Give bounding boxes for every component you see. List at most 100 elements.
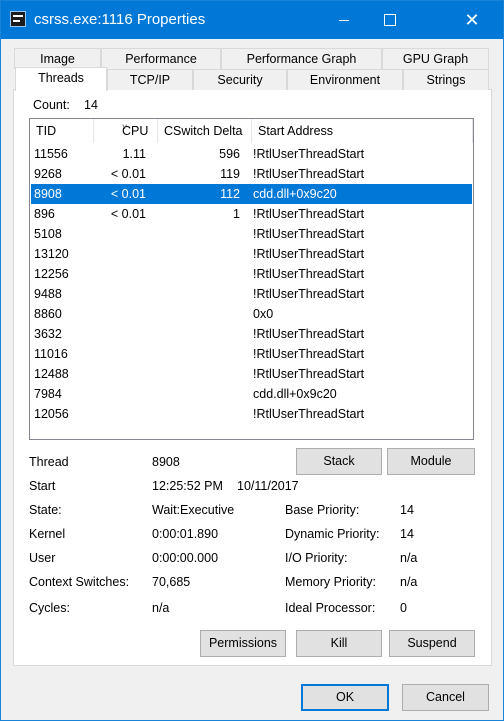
memory-priority-value: n/a (400, 575, 418, 589)
kill-button[interactable]: Kill (296, 630, 382, 657)
kernel-value: 0:00:01.890 (152, 527, 219, 541)
table-row[interactable]: 11556 1.11 596 !RtlUserThreadStart (31, 144, 472, 164)
table-row[interactable]: 12056 !RtlUserThreadStart (31, 404, 472, 424)
minimize-button[interactable] (321, 1, 367, 39)
cell-start-address: !RtlUserThreadStart (253, 287, 365, 301)
cell-start-address: !RtlUserThreadStart (253, 207, 365, 221)
cell-tid: 3632 (34, 327, 62, 341)
state-label: State: (29, 503, 62, 517)
permissions-button[interactable]: Permissions (200, 630, 286, 657)
io-priority-label: I/O Priority: (285, 551, 348, 565)
cancel-button[interactable]: Cancel (402, 684, 489, 711)
io-priority-value: n/a (400, 551, 418, 565)
tab-gpu-graph[interactable]: GPU Graph (382, 48, 489, 69)
tab-performance[interactable]: Performance (101, 48, 221, 69)
dynamic-priority-label: Dynamic Priority: (285, 527, 380, 541)
count-value: 14 (84, 98, 98, 112)
cell-tid: 13120 (34, 247, 69, 261)
thread-value: 8908 (152, 455, 180, 469)
context-switches-label: Context Switches: (29, 575, 130, 589)
table-row[interactable]: 7984 cdd.dll+0x9c20 (31, 384, 472, 404)
app-icon (10, 11, 26, 27)
thread-label: Thread (29, 455, 69, 469)
column-header-cswitch-delta[interactable]: CSwitch Delta (158, 119, 252, 143)
start-date: 10/11/2017 (237, 479, 299, 493)
cell-start-address: cdd.dll+0x9c20 (253, 387, 337, 401)
ideal-processor-value: 0 (400, 601, 407, 615)
cell-cpu: < 0.01 (110, 167, 146, 181)
table-row[interactable]: 9488 !RtlUserThreadStart (31, 284, 472, 304)
base-priority-value: 14 (400, 503, 414, 517)
cell-start-address: !RtlUserThreadStart (253, 247, 365, 261)
list-header: TID CPU ˅ CSwitch Delta Start Address (30, 119, 473, 143)
context-switches-value: 70,685 (152, 575, 191, 589)
cell-tid: 12256 (34, 267, 69, 281)
cell-cpu: < 0.01 (110, 207, 146, 221)
table-row[interactable]: 11016 !RtlUserThreadStart (31, 344, 472, 364)
start-time: 12:25:52 PM (152, 479, 223, 493)
cell-start-address: cdd.dll+0x9c20 (253, 187, 337, 201)
table-row[interactable]: 896 < 0.01 1 !RtlUserThreadStart (31, 204, 472, 224)
table-row[interactable]: 5108 !RtlUserThreadStart (31, 224, 472, 244)
table-row[interactable]: 3632 !RtlUserThreadStart (31, 324, 472, 344)
tab-environment[interactable]: Environment (287, 69, 403, 90)
table-row[interactable]: 12256 !RtlUserThreadStart (31, 264, 472, 284)
cell-cswitch-delta: 596 (219, 147, 240, 161)
table-row[interactable]: 13120 !RtlUserThreadStart (31, 244, 472, 264)
title-bar[interactable]: csrss.exe:1116 Properties ✕ (1, 1, 503, 39)
user-value: 0:00:00.000 (152, 551, 219, 565)
cell-tid: 12488 (34, 367, 69, 381)
cell-cswitch-delta: 119 (220, 167, 240, 181)
minimize-icon (339, 19, 349, 21)
cell-cpu: 1.11 (122, 147, 146, 161)
maximize-button[interactable] (367, 1, 413, 39)
cell-start-address: !RtlUserThreadStart (253, 407, 365, 421)
close-button[interactable]: ✕ (441, 1, 503, 39)
cell-start-address: !RtlUserThreadStart (253, 147, 365, 161)
cell-cswitch-delta: 1 (233, 207, 240, 221)
user-label: User (29, 551, 56, 565)
maximize-icon (384, 14, 396, 26)
cell-start-address: !RtlUserThreadStart (253, 347, 365, 361)
cell-tid: 9488 (34, 287, 62, 301)
cell-tid: 11016 (34, 347, 68, 361)
memory-priority-label: Memory Priority: (285, 575, 376, 589)
base-priority-label: Base Priority: (285, 503, 360, 517)
window-title: csrss.exe:1116 Properties (34, 11, 206, 28)
tab-tcpip[interactable]: TCP/IP (107, 69, 193, 90)
state-value: Wait:Executive (152, 503, 235, 517)
sort-descending-icon: ˅ (122, 122, 128, 132)
column-header-tid[interactable]: TID (30, 119, 94, 143)
cell-start-address: !RtlUserThreadStart (253, 367, 365, 381)
table-row[interactable]: 8908 < 0.01 112 cdd.dll+0x9c20 (31, 184, 472, 204)
table-row[interactable]: 9268 < 0.01 119 !RtlUserThreadStart (31, 164, 472, 184)
stack-button[interactable]: Stack (296, 448, 382, 475)
module-button[interactable]: Module (387, 448, 475, 475)
cell-start-address: !RtlUserThreadStart (253, 227, 365, 241)
tab-image[interactable]: Image (14, 48, 101, 69)
cell-start-address: !RtlUserThreadStart (253, 327, 365, 341)
close-icon: ✕ (464, 10, 480, 30)
count-label: Count: (33, 98, 70, 112)
cycles-value: n/a (152, 601, 170, 615)
cell-cswitch-delta: 112 (220, 187, 240, 201)
start-label: Start (29, 479, 56, 493)
threads-list[interactable]: TID CPU ˅ CSwitch Delta Start Address 11… (29, 118, 474, 440)
table-row[interactable]: 8860 0x0 (31, 304, 472, 324)
tab-security[interactable]: Security (193, 69, 287, 90)
cell-tid: 9268 (34, 167, 62, 181)
ok-button[interactable]: OK (301, 684, 389, 711)
suspend-button[interactable]: Suspend (389, 630, 475, 657)
cell-start-address: !RtlUserThreadStart (253, 267, 365, 281)
table-row[interactable]: 12488 !RtlUserThreadStart (31, 364, 472, 384)
cell-cpu: < 0.01 (110, 187, 146, 201)
ideal-processor-label: Ideal Processor: (285, 601, 376, 615)
column-header-start-address[interactable]: Start Address (252, 119, 473, 143)
cell-start-address: 0x0 (253, 307, 274, 321)
properties-window: csrss.exe:1116 Properties ✕ Image Perfor… (0, 0, 504, 721)
tab-strings[interactable]: Strings (403, 69, 489, 90)
cell-tid: 8908 (34, 187, 62, 201)
cell-tid: 5108 (34, 227, 62, 241)
tab-threads[interactable]: Threads (15, 67, 107, 91)
tab-performance-graph[interactable]: Performance Graph (221, 48, 382, 69)
